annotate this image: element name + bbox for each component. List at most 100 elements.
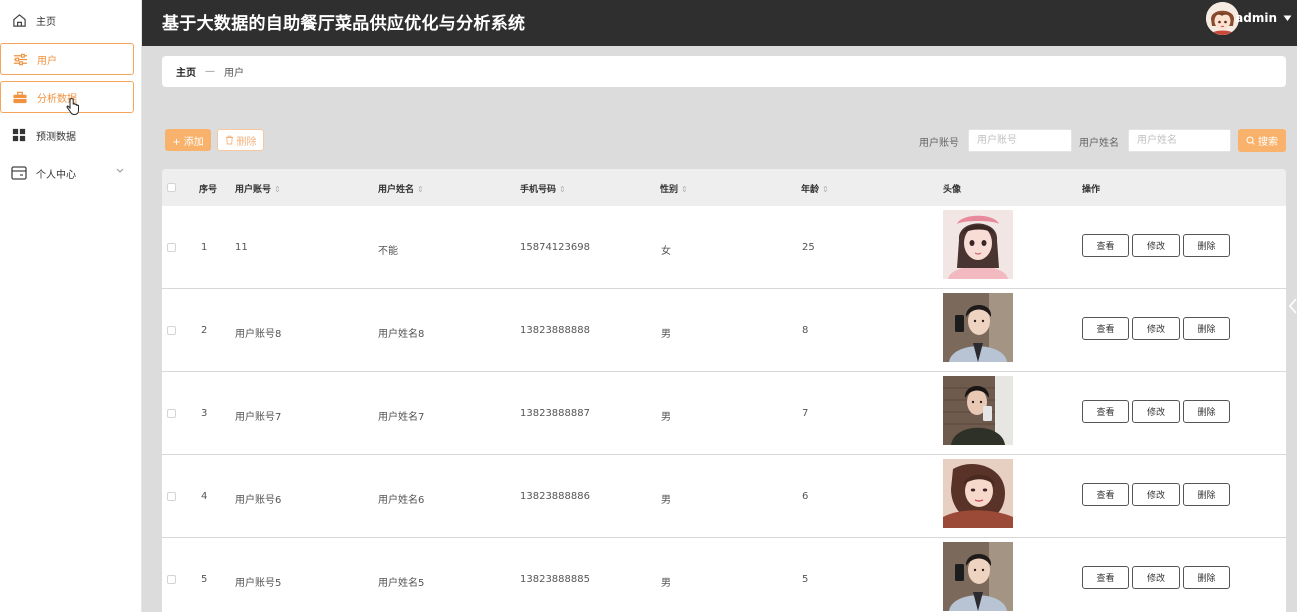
batch-delete-button[interactable]: 删除 <box>217 129 264 151</box>
users-table: 序号 用户账号 ⇕ 用户姓名 ⇕ 手机号码 ⇕ 性别 ⇕ 年龄 ⇕ 头像 操作 1 11 … <box>162 169 1286 612</box>
cell-age: 25 <box>802 242 815 253</box>
user-avatar-photo[interactable] <box>943 459 1013 528</box>
search-button-label: 搜索 <box>1258 137 1278 148</box>
user-avatar-photo[interactable] <box>943 376 1013 445</box>
cell-age: 6 <box>802 491 809 502</box>
user-avatar-photo[interactable] <box>943 210 1013 279</box>
cell-age: 7 <box>802 408 809 419</box>
user-avatar-photo[interactable] <box>943 293 1013 362</box>
chevron-left-icon[interactable] <box>1288 298 1297 319</box>
view-button[interactable]: 查看 <box>1082 400 1129 423</box>
edit-button[interactable]: 修改 <box>1132 566 1180 589</box>
row-checkbox[interactable] <box>167 492 176 501</box>
user-name[interactable]: admin <box>1235 11 1277 25</box>
sidebar-item-home[interactable]: 主页 <box>0 4 134 36</box>
column-name-label: 用户姓名 <box>378 185 415 195</box>
cell-index: 3 <box>201 408 208 419</box>
sidebar: 主页 用户 分析数据 预测数据 个人中心 <box>0 0 142 612</box>
caret-down-icon[interactable] <box>1283 12 1292 25</box>
column-actions: 操作 <box>1082 185 1101 195</box>
column-account[interactable]: 用户账号 ⇕ <box>235 182 281 195</box>
view-button[interactable]: 查看 <box>1082 234 1129 257</box>
breadcrumb-separator: — <box>205 66 215 77</box>
sort-icon: ⇕ <box>417 185 424 194</box>
cell-name: 用户姓名5 <box>378 578 425 589</box>
sort-icon: ⇕ <box>822 185 829 194</box>
cell-name: 不能 <box>378 246 398 257</box>
cell-phone: 13823888885 <box>520 574 590 585</box>
column-index: 序号 <box>199 185 218 195</box>
avatar[interactable] <box>1206 2 1239 35</box>
edit-button[interactable]: 修改 <box>1132 400 1180 423</box>
delete-button[interactable]: 删除 <box>1183 566 1230 589</box>
user-avatar-photo[interactable] <box>943 542 1013 611</box>
edit-button[interactable]: 修改 <box>1132 483 1180 506</box>
row-checkbox[interactable] <box>167 243 176 252</box>
column-gender-label: 性别 <box>660 185 679 195</box>
edit-button[interactable]: 修改 <box>1132 317 1180 340</box>
cell-account: 用户账号7 <box>235 412 282 423</box>
cell-age: 8 <box>802 325 809 336</box>
sidebar-item-personal[interactable]: 个人中心 <box>0 157 134 189</box>
table-row: 3 用户账号7 用户姓名7 13823888887 男 7 查看 修改 删除 <box>162 372 1286 455</box>
delete-button[interactable]: 删除 <box>1183 234 1230 257</box>
select-all-checkbox[interactable] <box>167 183 176 192</box>
cell-index: 4 <box>201 491 208 502</box>
cell-gender: 男 <box>661 329 671 340</box>
chevron-down-icon <box>116 166 124 177</box>
table-row: 1 11 不能 15874123698 女 25 查看 修改 删除 <box>162 206 1286 289</box>
cell-account: 用户账号6 <box>235 495 282 506</box>
breadcrumb-home[interactable]: 主页 <box>176 64 196 79</box>
column-phone[interactable]: 手机号码 ⇕ <box>520 182 566 195</box>
breadcrumb: 主页 — 用户 <box>162 56 1286 87</box>
cell-gender: 男 <box>661 578 671 589</box>
delete-button[interactable]: 删除 <box>1183 483 1230 506</box>
search-button[interactable]: 搜索 <box>1238 129 1286 152</box>
row-checkbox[interactable] <box>167 326 176 335</box>
table-row: 4 用户账号6 用户姓名6 13823888886 男 6 查看 修改 删除 <box>162 455 1286 538</box>
edit-button[interactable]: 修改 <box>1132 234 1180 257</box>
briefcase-icon <box>12 89 28 105</box>
cell-gender: 男 <box>661 412 671 423</box>
sidebar-item-label: 个人中心 <box>36 169 76 181</box>
view-button[interactable]: 查看 <box>1082 483 1129 506</box>
view-button[interactable]: 查看 <box>1082 566 1129 589</box>
cell-account: 11 <box>235 242 248 253</box>
sidebar-item-users[interactable]: 用户 <box>0 43 134 75</box>
view-button[interactable]: 查看 <box>1082 317 1129 340</box>
column-phone-label: 手机号码 <box>520 185 557 195</box>
column-age-label: 年龄 <box>801 185 820 195</box>
column-gender[interactable]: 性别 ⇕ <box>660 182 688 195</box>
sidebar-item-prediction[interactable]: 预测数据 <box>0 119 134 151</box>
sort-icon: ⇕ <box>681 185 688 194</box>
sidebar-item-label: 用户 <box>37 55 57 67</box>
grid-icon <box>11 127 27 143</box>
table-row: 2 用户账号8 用户姓名8 13823888888 男 8 查看 修改 删除 <box>162 289 1286 372</box>
sliders-icon <box>12 51 28 67</box>
cell-phone: 13823888886 <box>520 491 590 502</box>
column-age[interactable]: 年龄 ⇕ <box>801 182 829 195</box>
cell-gender: 女 <box>661 246 671 257</box>
top-header: 基于大数据的自助餐厅菜品供应优化与分析系统 admin <box>142 0 1297 46</box>
card-icon <box>11 165 27 181</box>
cell-index: 1 <box>201 242 208 253</box>
cell-name: 用户姓名7 <box>378 412 425 423</box>
column-account-label: 用户账号 <box>235 185 272 195</box>
row-checkbox[interactable] <box>167 575 176 584</box>
column-name[interactable]: 用户姓名 ⇕ <box>378 182 424 195</box>
delete-button[interactable]: 删除 <box>1183 400 1230 423</box>
name-search-input[interactable] <box>1128 129 1231 152</box>
sort-icon: ⇕ <box>559 185 566 194</box>
batch-delete-label: 删除 <box>236 136 257 148</box>
sort-icon: ⇕ <box>274 185 281 194</box>
row-checkbox[interactable] <box>167 409 176 418</box>
search-icon <box>1246 136 1255 145</box>
account-search-input[interactable] <box>968 129 1072 152</box>
table-row: 5 用户账号5 用户姓名5 13823888885 男 5 查看 修改 删除 <box>162 538 1286 612</box>
cell-age: 5 <box>802 574 809 585</box>
table-header: 序号 用户账号 ⇕ 用户姓名 ⇕ 手机号码 ⇕ 性别 ⇕ 年龄 ⇕ 头像 操作 <box>162 169 1286 206</box>
delete-button[interactable]: 删除 <box>1183 317 1230 340</box>
add-button[interactable]: + 添加 <box>165 129 211 151</box>
name-filter-label: 用户姓名 <box>1079 138 1119 149</box>
breadcrumb-current: 用户 <box>224 68 244 79</box>
